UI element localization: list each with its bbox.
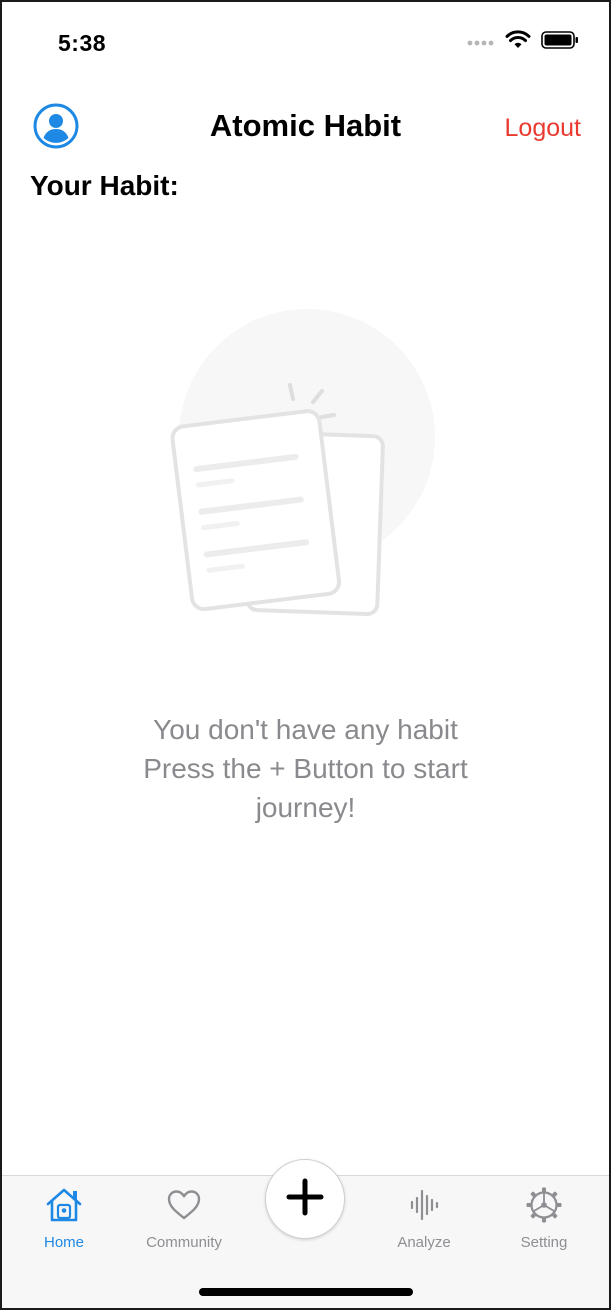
empty-state-line-3: journey! <box>255 792 356 823</box>
cellular-dots-icon <box>467 34 495 52</box>
status-icons <box>467 30 579 55</box>
empty-state-line-1: You don't have any habit <box>153 714 458 745</box>
tab-label-setting: Setting <box>520 1234 568 1251</box>
home-icon <box>44 1187 84 1228</box>
heart-icon <box>166 1189 202 1226</box>
documents-illustration <box>162 302 452 632</box>
home-indicator <box>199 1288 413 1296</box>
battery-icon <box>541 31 579 54</box>
wifi-icon <box>505 30 531 55</box>
tab-community[interactable]: Community <box>124 1188 244 1251</box>
logout-button[interactable]: Logout <box>505 114 581 143</box>
app-screen: 5:38 Atomic Habit Logout Your Habit: You… <box>0 0 611 1310</box>
tab-home[interactable]: Home <box>4 1188 124 1251</box>
empty-state-message: You don't have any habit Press the + But… <box>62 710 549 827</box>
empty-state-line-2: Press the + Button to start <box>143 753 468 784</box>
waveform-icon <box>407 1188 441 1227</box>
section-title: Your Habit: <box>30 170 179 201</box>
tab-setting[interactable]: Setting <box>484 1186 604 1251</box>
tab-bar: Home Community Analyze Setting <box>2 1159 609 1308</box>
add-habit-button[interactable] <box>265 1159 345 1239</box>
status-time: 5:38 <box>58 30 107 56</box>
tab-label-home: Home <box>43 1234 84 1251</box>
tab-label-analyze: Analyze <box>397 1234 451 1251</box>
gear-icon <box>525 1186 563 1229</box>
tab-label-community: Community <box>146 1234 222 1251</box>
tab-analyze[interactable]: Analyze <box>364 1188 484 1251</box>
plus-icon <box>285 1177 325 1222</box>
